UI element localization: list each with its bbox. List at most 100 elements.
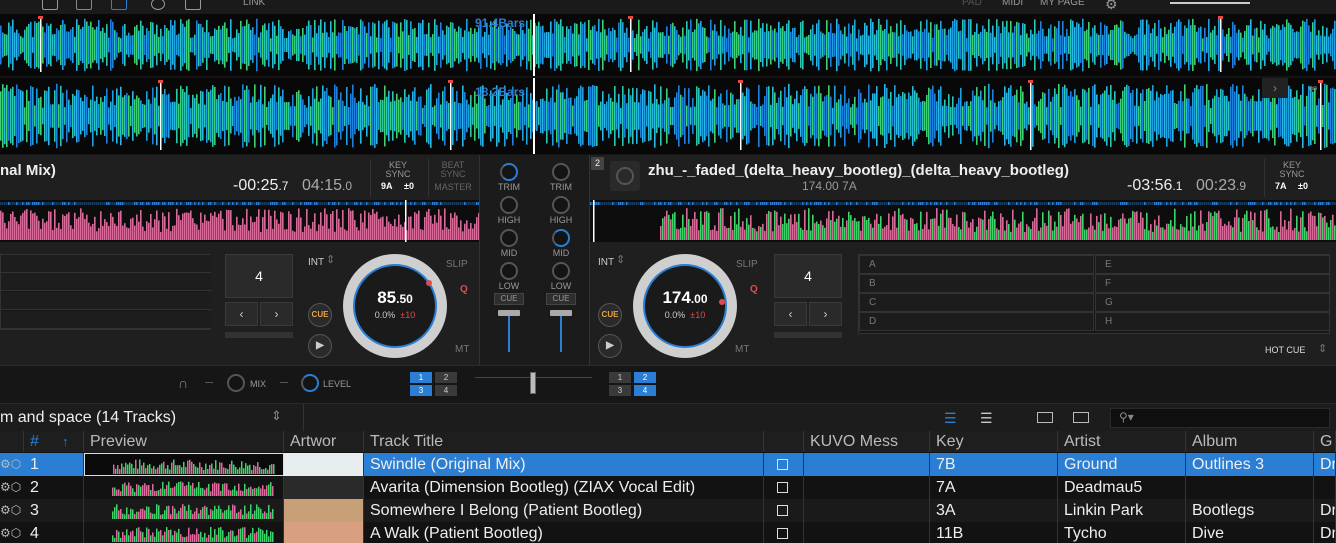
master-volume-slider[interactable] [1170, 2, 1250, 4]
deck2-loop-length[interactable]: 4 [774, 254, 842, 298]
table-row[interactable]: ⚙⬡ 1 Swindle (Original Mix) 7B Ground Outline… [0, 453, 1336, 476]
ch1-trim-knob[interactable] [500, 163, 518, 181]
playlist-chevron-icon[interactable]: ⇕ [271, 408, 282, 424]
deck2-play-button[interactable]: ▶ [598, 334, 622, 358]
mypage-tab[interactable]: MY PAGE [1040, 0, 1085, 8]
deck2-loop-halve-button[interactable]: ‹ [774, 302, 807, 326]
fx-assign-right-1[interactable]: 1 [609, 372, 631, 383]
deck2-slip-button[interactable]: SLIP [736, 259, 758, 270]
mixer-icon[interactable] [111, 0, 127, 10]
playlist-title[interactable]: m and space (14 Tracks) [0, 409, 176, 427]
ch2-fader-cap[interactable] [550, 310, 572, 316]
deck2-quantize-button[interactable]: Q [750, 284, 758, 295]
headphone-level-knob[interactable] [301, 374, 319, 392]
fx-icon[interactable] [42, 0, 58, 10]
ch1-high-knob[interactable] [500, 196, 518, 214]
ch1-fader-track[interactable] [508, 312, 510, 352]
deck1-loop-double-button[interactable]: › [260, 302, 293, 326]
ch1-mid-knob[interactable] [500, 229, 518, 247]
fx-assign-left-3[interactable]: 3 [410, 385, 432, 396]
col-header-number[interactable]: # ↑ [24, 431, 84, 452]
crossfader-handle[interactable] [530, 372, 536, 394]
col-header-album[interactable]: Album [1186, 431, 1314, 452]
hotcue-h[interactable]: H [1095, 312, 1330, 331]
deck1-master-tempo-button[interactable]: MT [455, 344, 469, 355]
record-icon[interactable] [151, 0, 165, 10]
deck1-play-button[interactable]: ▶ [308, 334, 332, 358]
hotcue-f[interactable]: F [1095, 274, 1330, 293]
ch1-fader-cap[interactable] [498, 310, 520, 316]
hotcue-c[interactable]: C [859, 293, 1094, 312]
col-header-check[interactable] [764, 431, 804, 452]
col-header-title[interactable]: Track Title [364, 431, 764, 452]
hotcue-chevron-icon[interactable]: ⇕ [1318, 342, 1327, 355]
col-header-preview[interactable]: Preview [84, 431, 284, 452]
ch2-mid-knob[interactable] [552, 229, 570, 247]
settings-gear-icon[interactable]: ⚙ [1105, 0, 1118, 13]
deck2-int-label[interactable]: INT [598, 257, 614, 268]
detail-list-icon[interactable]: ☰ [980, 410, 993, 427]
col-header-key[interactable]: Key [930, 431, 1058, 452]
deck1-zoom-waveform[interactable]: 91.4Bars [0, 14, 1336, 76]
deck2-overview-waveform[interactable] [590, 200, 1336, 242]
deck2-int-chevron-icon[interactable]: ⇕ [616, 253, 625, 266]
midi-tab[interactable]: MIDI [1002, 0, 1023, 8]
grid-icon[interactable] [76, 0, 92, 10]
col-header-artist[interactable]: Artist [1058, 431, 1186, 452]
deck2-master-tempo-button[interactable]: MT [735, 344, 749, 355]
deck1-pad-row[interactable] [1, 292, 211, 310]
deck1-jog-wheel[interactable]: 85.50 0.0% ±10 [343, 254, 447, 358]
deck2-key-sync[interactable]: KEY SYNC 7A ±0 [1264, 159, 1318, 197]
deck1-overview-waveform[interactable] [0, 200, 479, 242]
deck1-quantize-button[interactable]: Q [460, 284, 468, 295]
list-view-icon[interactable]: ☰ [944, 410, 957, 427]
deck1-beat-sync[interactable]: BEAT SYNC MASTER [428, 159, 476, 197]
deck1-int-chevron-icon[interactable]: ⇕ [326, 253, 335, 266]
col-header-artwork[interactable]: Artwor [284, 431, 364, 452]
table-row[interactable]: ⚙⬡ 4 A Walk (Patient Bootleg) 11B Tycho Dive D… [0, 522, 1336, 543]
chevron-right-icon[interactable]: › [1262, 78, 1288, 98]
sampler-icon[interactable] [185, 0, 201, 10]
deck1-pad-row[interactable] [1, 311, 211, 329]
fx-assign-right-3[interactable]: 3 [609, 385, 631, 396]
ch2-fader-track[interactable] [560, 312, 562, 352]
ch2-trim-knob[interactable] [552, 163, 570, 181]
deck1-pad-row[interactable] [1, 255, 211, 273]
deck2-zoom-waveform[interactable]: 18.2Bars › ∞ [0, 78, 1336, 154]
hotcue-g[interactable]: G [1095, 293, 1330, 312]
hotcue-mode-label[interactable]: HOT CUE [1265, 345, 1305, 355]
split-view-icon[interactable] [1073, 412, 1089, 423]
fx-assign-right-4[interactable]: 4 [634, 385, 656, 396]
table-row[interactable]: ⚙⬡ 3 Somewhere I Belong (Patient Bootleg) 3… [0, 499, 1336, 522]
checkbox[interactable] [777, 528, 788, 539]
checkbox[interactable] [777, 505, 788, 516]
link-button[interactable]: LINK [243, 0, 265, 8]
col-header-genre[interactable]: G [1314, 431, 1336, 452]
ch1-low-knob[interactable] [500, 262, 518, 280]
fx-assign-right-2[interactable]: 2 [634, 372, 656, 383]
deck2-jog-wheel[interactable]: 174.00 0.0% ±10 [633, 254, 737, 358]
deck1-loop-length[interactable]: 4 [225, 254, 293, 298]
pad-tab[interactable]: PAD [962, 0, 982, 8]
checkbox[interactable] [777, 459, 788, 470]
deck2-cue-button[interactable]: CUE [598, 303, 622, 327]
ch1-cue-button[interactable]: CUE [494, 293, 524, 305]
hotcue-a[interactable]: A [859, 255, 1094, 274]
link-icon[interactable]: ∞ [1300, 78, 1326, 98]
ch2-high-knob[interactable] [552, 196, 570, 214]
deck2-loop-double-button[interactable]: › [809, 302, 842, 326]
table-row[interactable]: ⚙⬡ 2 Avarita (Dimension Bootleg) (ZIAX Voc… [0, 476, 1336, 499]
hotcue-e[interactable]: E [1095, 255, 1330, 274]
deck1-loop-halve-button[interactable]: ‹ [225, 302, 258, 326]
headphone-mix-knob[interactable] [227, 374, 245, 392]
hotcue-b[interactable]: B [859, 274, 1094, 293]
fx-assign-left-4[interactable]: 4 [435, 385, 457, 396]
hotcue-d[interactable]: D [859, 312, 1094, 331]
ch2-cue-button[interactable]: CUE [546, 293, 576, 305]
artwork-view-icon[interactable] [1037, 412, 1053, 423]
search-input[interactable]: ⚲▾ [1110, 408, 1330, 428]
deck1-cue-button[interactable]: CUE [308, 303, 332, 327]
col-header-kuvo[interactable]: KUVO Mess [804, 431, 930, 452]
fx-assign-left-1[interactable]: 1 [410, 372, 432, 383]
deck1-pad-row[interactable] [1, 273, 211, 291]
